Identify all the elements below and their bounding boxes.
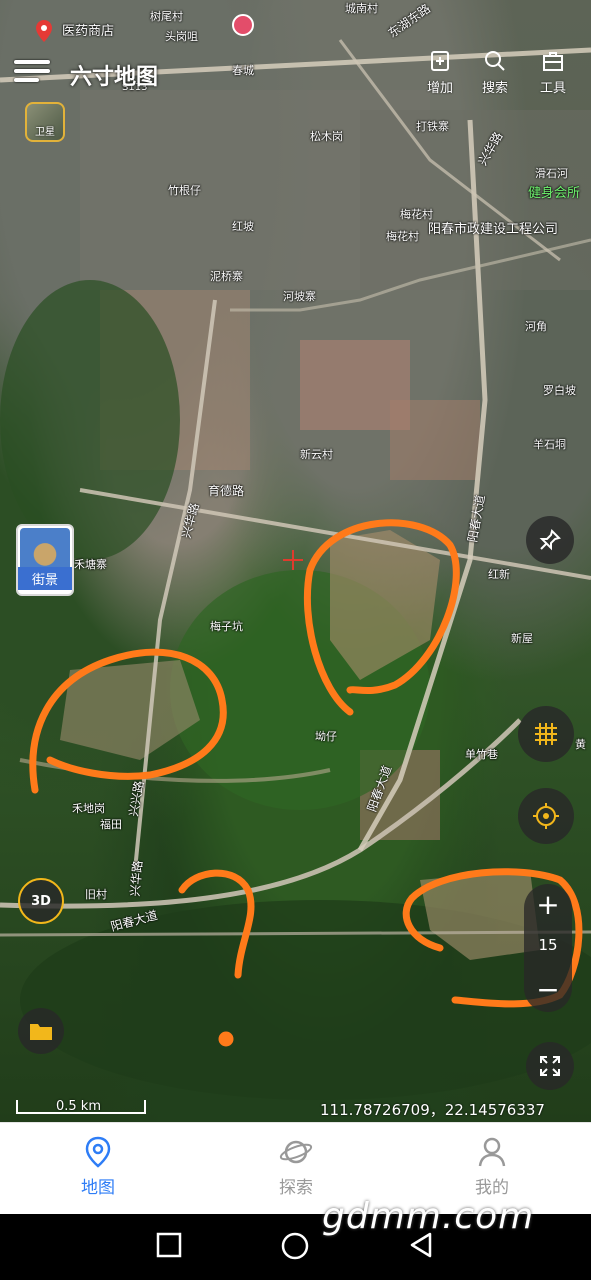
watermark: gdmm.com — [322, 1196, 535, 1237]
label-chengnan: 城南村 — [345, 2, 378, 15]
top-bar: 六寸地图 增加 搜索 工具 — [0, 40, 591, 100]
label-luobai: 罗白坡 — [543, 384, 576, 397]
folder-button[interactable] — [18, 1008, 64, 1054]
tools-label: 工具 — [539, 81, 566, 96]
street-view-button[interactable]: 街景 — [16, 524, 74, 596]
zoom-in-button[interactable]: + — [524, 888, 572, 921]
add-layer-button[interactable]: 增加 — [415, 50, 465, 96]
add-layer-icon — [415, 50, 465, 77]
layer-label: 卫星 — [35, 127, 55, 138]
pin-icon — [539, 529, 561, 551]
user-icon — [442, 1135, 542, 1173]
zoom-level: 15 — [538, 936, 558, 954]
nav-explore[interactable]: 探索 — [246, 1135, 346, 1198]
label-meihua-2: 梅花村 — [386, 230, 419, 243]
folder-icon — [30, 1024, 52, 1040]
label-huang: 黄 — [575, 738, 586, 751]
fullscreen-button[interactable] — [526, 1042, 574, 1090]
label-hetang: 禾塘寨 — [74, 558, 107, 571]
label-hongpo: 红坡 — [232, 220, 254, 233]
planet-icon — [246, 1135, 346, 1173]
label-datie: 打铁寨 — [416, 120, 449, 133]
nav-profile-label: 我的 — [475, 1178, 509, 1198]
label-danzhu: 单竹巷 — [465, 748, 498, 761]
nav-profile[interactable]: 我的 — [442, 1135, 542, 1198]
label-hepo: 河坡寨 — [283, 290, 316, 303]
menu-icon[interactable] — [14, 60, 50, 82]
label-songmu: 松木岗 — [310, 130, 343, 143]
zoom-out-button[interactable]: − — [524, 973, 572, 1006]
3d-button[interactable]: 3D — [18, 878, 64, 924]
recent-apps-icon[interactable] — [156, 1232, 182, 1258]
annotation-question-dot — [218, 1031, 234, 1047]
street-view-label: 街景 — [18, 567, 72, 590]
label-hejiao: 河角 — [525, 320, 547, 333]
app-title: 六寸地图 — [70, 65, 159, 90]
label-yangshan: 羊石垌 — [533, 438, 566, 451]
poi-pin-icon[interactable] — [36, 20, 52, 42]
layer-switch-button[interactable]: 卫星 — [25, 102, 65, 142]
grid-button[interactable] — [518, 706, 574, 762]
map-pin-icon — [48, 1135, 148, 1173]
label-hongxin: 红新 — [488, 568, 510, 581]
poi-pharmacy[interactable]: 医药商店 — [62, 20, 114, 39]
label-huashihe: 滑石河 — [535, 167, 568, 180]
label-meizi: 梅子坑 — [210, 620, 243, 633]
tools-button[interactable]: 工具 — [528, 50, 578, 96]
home-icon[interactable] — [281, 1232, 309, 1260]
toolbox-icon — [528, 50, 578, 77]
label-futian: 福田 — [100, 818, 122, 831]
nav-map-label: 地图 — [81, 1178, 115, 1198]
poi-gov-company[interactable]: 阳春市政建设工程公司 — [428, 218, 558, 237]
map-view[interactable]: 医药商店 树尾村 头岗咀 S113 春城 东湖东路 城南村 松木岗 打铁寨 兴华… — [0, 0, 591, 1122]
label-xinghua-rd-2: 兴华路 — [127, 859, 146, 898]
fullscreen-icon — [540, 1056, 560, 1076]
zoom-control: + 15 − — [524, 884, 572, 1012]
locate-icon — [533, 803, 559, 829]
label-jiucun: 旧村 — [85, 888, 107, 901]
label-yude-rd: 育德路 — [208, 484, 245, 498]
search-label: 搜索 — [481, 81, 508, 96]
grid-icon — [535, 723, 557, 745]
nav-explore-label: 探索 — [279, 1178, 313, 1198]
coordinates-readout: 111.78726709，22.14576337 — [320, 1101, 545, 1119]
nav-map[interactable]: 地图 — [48, 1135, 148, 1198]
add-layer-label: 增加 — [426, 81, 453, 96]
poi-badge-icon[interactable] — [232, 14, 254, 36]
label-aozai: 坳仔 — [315, 730, 337, 743]
label-xinwu: 新屋 — [511, 632, 533, 645]
pin-button[interactable] — [526, 516, 574, 564]
search-button[interactable]: 搜索 — [470, 50, 520, 96]
label-niqiao: 泥桥寨 — [210, 270, 243, 283]
label-zhugen: 竹根仔 — [168, 184, 201, 197]
label-xinyun: 新云村 — [300, 448, 333, 461]
poi-gym[interactable]: 健身会所 — [528, 182, 580, 201]
scale-label: 0.5 km — [56, 1099, 101, 1114]
search-icon — [470, 50, 520, 77]
label-tree-village: 树尾村 — [150, 10, 183, 23]
label-hedigang: 禾地岗 — [72, 802, 105, 815]
locate-button[interactable] — [518, 788, 574, 844]
3d-label: 3D — [31, 893, 51, 909]
